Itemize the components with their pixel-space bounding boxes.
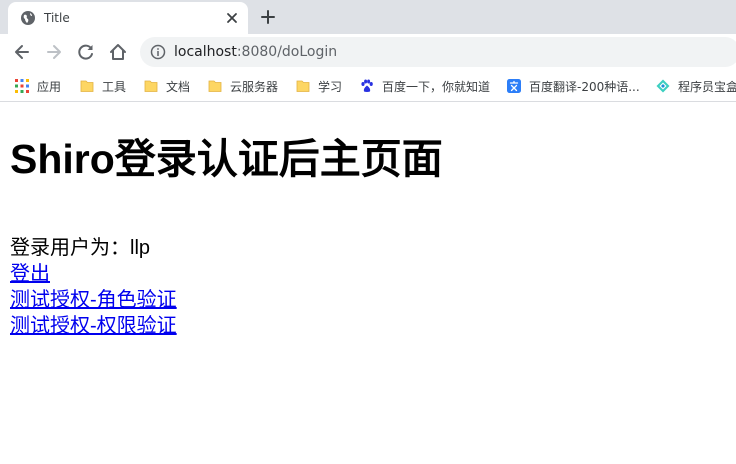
bookmark-label: 学习 — [318, 79, 343, 94]
bookmark-label: 应用 — [37, 79, 62, 94]
bookmark-label: 文档 — [166, 79, 191, 94]
baidu-paw-icon — [361, 79, 373, 92]
reload-icon[interactable] — [76, 42, 96, 62]
logout-link[interactable]: 登出 — [10, 261, 50, 287]
folder-icon — [144, 80, 158, 92]
bookmark-label: 百度一下，你就知道 — [382, 79, 491, 94]
translate-icon — [507, 79, 521, 93]
logged-in-user-text: 登录用户为：llp — [10, 237, 151, 259]
folder-icon — [80, 80, 94, 92]
new-tab-plus-icon[interactable] — [259, 8, 277, 26]
url-host: localhost — [174, 44, 237, 60]
bookmark-baidu[interactable]: 百度一下，你就知道 — [360, 77, 490, 95]
forward-arrow-icon[interactable] — [44, 42, 64, 62]
url-path: :8080/doLogin — [236, 44, 338, 60]
home-icon[interactable] — [108, 42, 128, 62]
apps-grid-icon — [15, 79, 29, 93]
bookmark-label: 云服务器 — [230, 79, 279, 94]
bookmark-programmer-box[interactable]: 程序员宝盒 — [656, 77, 736, 95]
bookmarks-bar: 应用 工具 文档 云服务器 学习 百度一下，你就知道 百度翻译-200种语...… — [0, 70, 736, 102]
diamond-icon — [656, 79, 670, 93]
address-bar[interactable]: localhost:8080/doLogin — [140, 37, 736, 67]
bookmark-apps[interactable]: 应用 — [15, 77, 61, 95]
browser-toolbar: localhost:8080/doLogin — [0, 34, 736, 70]
bookmark-label: 百度翻译-200种语... — [529, 79, 640, 94]
bookmark-baidu-translate[interactable]: 百度翻译-200种语... — [507, 77, 640, 95]
tab-strip: Title — [0, 0, 736, 34]
page-title: Shiro登录认证后主页面 — [10, 136, 443, 182]
bookmark-label: 程序员宝盒 — [678, 79, 736, 94]
browser-tab[interactable]: Title — [8, 2, 248, 34]
folder-icon — [208, 80, 222, 92]
folder-icon — [296, 80, 310, 92]
permission-test-link[interactable]: 测试授权-权限验证 — [10, 313, 177, 339]
page-content: Shiro登录认证后主页面 登录用户为：llp 登出 测试授权-角色验证 测试授… — [10, 102, 730, 339]
url-text[interactable]: localhost:8080/doLogin — [174, 44, 337, 60]
bookmark-label: 工具 — [102, 79, 127, 94]
bookmark-folder-cloud-server[interactable]: 云服务器 — [208, 77, 278, 95]
back-arrow-icon[interactable] — [12, 42, 32, 62]
role-test-link[interactable]: 测试授权-角色验证 — [10, 287, 177, 313]
info-icon[interactable] — [150, 44, 166, 60]
bookmark-folder-tools[interactable]: 工具 — [80, 77, 126, 95]
tab-title: Title — [44, 11, 70, 25]
bookmark-folder-study[interactable]: 学习 — [296, 77, 342, 95]
globe-icon — [21, 11, 35, 25]
bookmark-folder-docs[interactable]: 文档 — [144, 77, 190, 95]
close-icon[interactable] — [224, 10, 240, 26]
